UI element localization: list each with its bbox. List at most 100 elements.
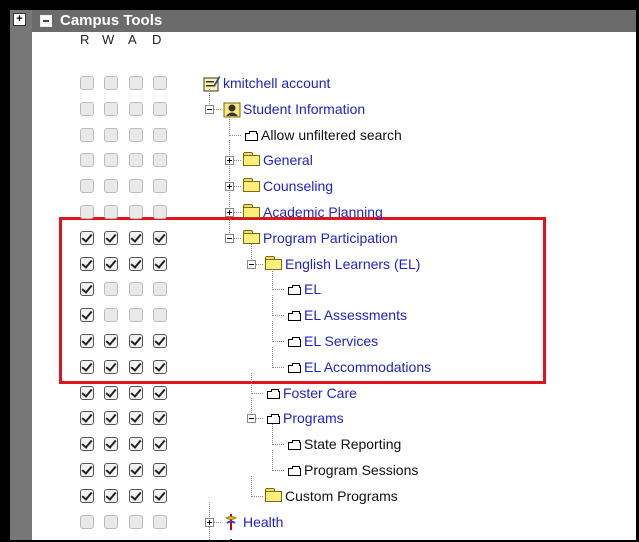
tree-connector bbox=[272, 444, 284, 445]
collapse-toggle-icon[interactable] bbox=[247, 260, 256, 269]
delete-checkbox[interactable] bbox=[153, 231, 167, 245]
write-checkbox[interactable] bbox=[104, 334, 118, 348]
write-checkbox[interactable] bbox=[104, 231, 118, 245]
read-checkbox[interactable] bbox=[80, 515, 94, 529]
delete-checkbox[interactable] bbox=[153, 334, 167, 348]
add-checkbox[interactable] bbox=[129, 257, 143, 271]
expand-all-icon[interactable]: + bbox=[13, 13, 26, 26]
read-checkbox[interactable] bbox=[80, 437, 94, 451]
read-checkbox[interactable] bbox=[80, 102, 94, 116]
add-checkbox[interactable] bbox=[129, 102, 143, 116]
add-checkbox[interactable] bbox=[129, 411, 143, 425]
delete-checkbox[interactable] bbox=[153, 76, 167, 90]
delete-checkbox[interactable] bbox=[153, 102, 167, 116]
delete-checkbox[interactable] bbox=[153, 308, 167, 322]
add-checkbox[interactable] bbox=[129, 360, 143, 374]
delete-checkbox[interactable] bbox=[153, 489, 167, 503]
add-checkbox[interactable] bbox=[129, 334, 143, 348]
write-checkbox[interactable] bbox=[104, 76, 118, 90]
collapse-toggle-icon[interactable] bbox=[247, 414, 256, 423]
tree-item-label[interactable]: Programs bbox=[283, 410, 344, 426]
expand-toggle-icon[interactable] bbox=[225, 156, 234, 165]
write-checkbox[interactable] bbox=[104, 153, 118, 167]
read-checkbox[interactable] bbox=[80, 231, 94, 245]
write-checkbox[interactable] bbox=[104, 489, 118, 503]
write-checkbox[interactable] bbox=[104, 515, 118, 529]
expand-toggle-icon[interactable] bbox=[225, 208, 234, 217]
add-checkbox[interactable] bbox=[129, 386, 143, 400]
delete-checkbox[interactable] bbox=[153, 257, 167, 271]
read-checkbox[interactable] bbox=[80, 205, 94, 219]
delete-checkbox[interactable] bbox=[153, 128, 167, 142]
read-checkbox[interactable] bbox=[80, 308, 94, 322]
tree-item-label[interactable]: Counseling bbox=[263, 178, 333, 194]
read-checkbox[interactable] bbox=[80, 489, 94, 503]
add-checkbox[interactable] bbox=[129, 76, 143, 90]
write-checkbox[interactable] bbox=[104, 463, 118, 477]
read-checkbox[interactable] bbox=[80, 76, 94, 90]
collapse-toggle-icon[interactable] bbox=[205, 105, 214, 114]
delete-checkbox[interactable] bbox=[153, 360, 167, 374]
tree-item-label[interactable]: Program Participation bbox=[263, 230, 398, 246]
read-checkbox[interactable] bbox=[80, 282, 94, 296]
add-checkbox[interactable] bbox=[129, 489, 143, 503]
read-checkbox[interactable] bbox=[80, 334, 94, 348]
tree-connector bbox=[251, 496, 263, 497]
add-checkbox[interactable] bbox=[129, 205, 143, 219]
read-checkbox[interactable] bbox=[80, 386, 94, 400]
delete-checkbox[interactable] bbox=[153, 463, 167, 477]
add-checkbox[interactable] bbox=[129, 128, 143, 142]
write-checkbox[interactable] bbox=[104, 205, 118, 219]
read-checkbox[interactable] bbox=[80, 128, 94, 142]
expand-toggle-icon[interactable] bbox=[205, 518, 214, 527]
read-checkbox[interactable] bbox=[80, 179, 94, 193]
tree-item-label[interactable]: General bbox=[263, 152, 313, 168]
delete-checkbox[interactable] bbox=[153, 153, 167, 167]
delete-checkbox[interactable] bbox=[153, 179, 167, 193]
write-checkbox[interactable] bbox=[104, 308, 118, 322]
tree-item-label[interactable]: Health bbox=[243, 514, 283, 530]
tree-item-label[interactable]: English Learners (EL) bbox=[285, 256, 420, 272]
write-checkbox[interactable] bbox=[104, 411, 118, 425]
delete-checkbox[interactable] bbox=[153, 515, 167, 529]
write-checkbox[interactable] bbox=[104, 437, 118, 451]
read-checkbox[interactable] bbox=[80, 411, 94, 425]
write-checkbox[interactable] bbox=[104, 128, 118, 142]
add-checkbox[interactable] bbox=[129, 515, 143, 529]
write-checkbox[interactable] bbox=[104, 386, 118, 400]
tree-item-label[interactable]: EL Services bbox=[304, 333, 378, 349]
write-checkbox[interactable] bbox=[104, 257, 118, 271]
add-checkbox[interactable] bbox=[129, 153, 143, 167]
write-checkbox[interactable] bbox=[104, 179, 118, 193]
add-checkbox[interactable] bbox=[129, 437, 143, 451]
add-checkbox[interactable] bbox=[129, 179, 143, 193]
write-checkbox[interactable] bbox=[104, 360, 118, 374]
health-icon bbox=[223, 538, 239, 540]
delete-checkbox[interactable] bbox=[153, 437, 167, 451]
read-checkbox[interactable] bbox=[80, 463, 94, 477]
add-checkbox[interactable] bbox=[129, 231, 143, 245]
tree-item-label[interactable]: kmitchell account bbox=[223, 75, 330, 91]
add-checkbox[interactable] bbox=[129, 308, 143, 322]
tree-item-label[interactable]: Academic Planning bbox=[263, 204, 383, 220]
delete-checkbox[interactable] bbox=[153, 386, 167, 400]
collapse-toggle-icon[interactable] bbox=[225, 234, 234, 243]
delete-checkbox[interactable] bbox=[153, 411, 167, 425]
read-checkbox[interactable] bbox=[80, 360, 94, 374]
write-checkbox[interactable] bbox=[104, 102, 118, 116]
write-checkbox[interactable] bbox=[104, 282, 118, 296]
tree-item-label[interactable]: EL Assessments bbox=[304, 307, 407, 323]
delete-checkbox[interactable] bbox=[153, 282, 167, 296]
collapse-icon[interactable] bbox=[40, 15, 52, 27]
read-checkbox[interactable] bbox=[80, 257, 94, 271]
tree-item-label[interactable]: EL bbox=[304, 281, 321, 297]
read-checkbox[interactable] bbox=[80, 153, 94, 167]
tree-item-label[interactable]: Foster Care bbox=[283, 385, 357, 401]
add-checkbox[interactable] bbox=[129, 282, 143, 296]
tree-item-label[interactable]: Student Information bbox=[243, 101, 365, 117]
add-checkbox[interactable] bbox=[129, 463, 143, 477]
tree-item-label[interactable]: EL Accommodations bbox=[304, 359, 431, 375]
expand-toggle-icon[interactable] bbox=[225, 182, 234, 191]
tree-item-label[interactable]: Medicaid bbox=[243, 539, 299, 540]
delete-checkbox[interactable] bbox=[153, 205, 167, 219]
